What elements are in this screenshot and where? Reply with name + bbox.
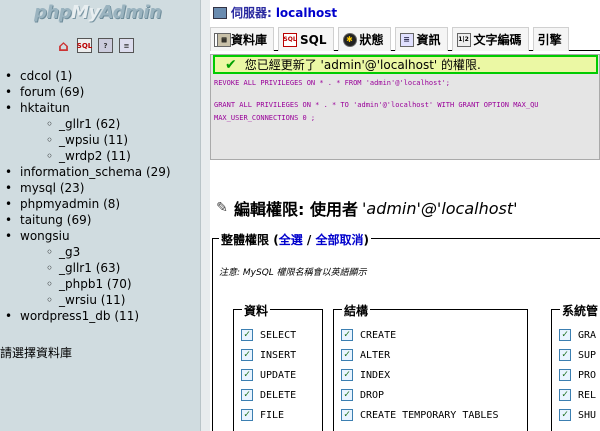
privilege-drop[interactable]: ✓ DROP xyxy=(341,388,384,402)
privilege-index[interactable]: ✓ INDEX xyxy=(341,368,390,382)
choose-database-hint: 請選擇資料庫 xyxy=(0,346,73,360)
privilege-create-temporary-tables[interactable]: ✓ CREATE TEMPORARY TABLES xyxy=(341,408,498,422)
query-window-icon[interactable]: ? xyxy=(98,38,113,53)
checkbox[interactable]: ✓ xyxy=(341,349,353,361)
administration-privileges-group: 系統管 ✓ GRA ✓ SUP ✓ PRO ✓ REL ✓ SHU xyxy=(551,302,600,431)
select-all-link[interactable]: 全選 xyxy=(279,233,303,247)
checkbox[interactable]: ✓ xyxy=(559,389,571,401)
table-group-item[interactable]: _wpsiu (11) xyxy=(0,132,200,148)
privilege-insert[interactable]: ✓ INSERT xyxy=(241,348,296,362)
server-link[interactable]: localhost xyxy=(276,6,337,20)
server-label: 伺服器: xyxy=(231,6,272,20)
privilege-reload[interactable]: ✓ REL xyxy=(559,388,596,402)
sql-icon[interactable]: SQL xyxy=(77,38,92,53)
privilege-alter[interactable]: ✓ ALTER xyxy=(341,348,390,362)
checkbox[interactable]: ✓ xyxy=(341,389,353,401)
group-title: 資料 xyxy=(242,302,271,319)
data-privileges-group: 資料 ✓ SELECT ✓ INSERT ✓ UPDATE ✓ DELETE ✓ FILE xyxy=(233,302,323,431)
checkbox[interactable]: ✓ xyxy=(241,369,253,381)
info-icon: ≡ xyxy=(399,32,414,47)
checkbox[interactable]: ✓ xyxy=(559,329,571,341)
checkbox[interactable]: ✓ xyxy=(559,369,571,381)
success-text: 您已經更新了 'admin'@'localhost' 的權限. xyxy=(244,58,481,72)
nav-icon-bar: ⌂ SQL ? ≡ xyxy=(56,37,134,55)
privilege-file[interactable]: ✓ FILE xyxy=(241,408,284,422)
global-privileges-fieldset: 整體權限 (全選 / 全部取消) 注意: MySQL 權限名稱會以英語顯示 資料… xyxy=(212,231,600,431)
privilege-shutdown[interactable]: ✓ SHU xyxy=(559,408,596,422)
table-group-item[interactable]: _gllr1 (63) xyxy=(0,260,200,276)
tab-info[interactable]: ≡ 資訊 xyxy=(394,27,448,51)
db-item-wongsiu[interactable]: wongsiu xyxy=(0,228,200,244)
privilege-delete[interactable]: ✓ DELETE xyxy=(241,388,296,402)
success-message: ✔ 您已經更新了 'admin'@'localhost' 的權限. xyxy=(213,55,598,74)
privilege-create[interactable]: ✓ CREATE xyxy=(341,328,396,342)
checkbox[interactable]: ✓ xyxy=(341,369,353,381)
edit-user-icon: ✎ xyxy=(216,200,228,216)
checkbox[interactable]: ✓ xyxy=(341,409,353,421)
frame-divider[interactable] xyxy=(200,0,210,431)
db-item-phpmyadmin[interactable]: phpmyadmin (8) xyxy=(0,196,200,212)
page-title: ✎ 編輯權限: 使用者 'admin'@'localhost' xyxy=(214,196,517,220)
tab-engines[interactable]: ▦ 引擎 xyxy=(217,27,569,51)
privilege-grant[interactable]: ✓ GRA xyxy=(559,328,596,342)
privilege-update[interactable]: ✓ UPDATE xyxy=(241,368,296,382)
docs-icon[interactable]: ≡ xyxy=(119,38,134,53)
check-icon: ✔ xyxy=(225,56,237,73)
charset-icon: 1|2 xyxy=(456,32,471,47)
db-item-mysql[interactable]: mysql (23) xyxy=(0,180,200,196)
checkbox[interactable]: ✓ xyxy=(559,409,571,421)
database-list: cdcol (1) forum (69) hktaitun _gllr1 (62… xyxy=(0,68,200,324)
sql-query-line: GRANT ALL PRIVILEGES ON * . * TO 'admin'… xyxy=(214,101,539,109)
group-title: 結構 xyxy=(342,302,371,319)
table-group-item[interactable]: _wrdp2 (11) xyxy=(0,148,200,164)
sql-query-line: REVOKE ALL PRIVILEGES ON * . * FROM 'adm… xyxy=(214,79,451,87)
server-icon xyxy=(213,6,227,19)
privilege-note: 注意: MySQL 權限名稱會以英語顯示 xyxy=(219,268,367,278)
server-breadcrumb: 伺服器: localhost xyxy=(213,4,337,21)
top-tabs: ▤資料庫 SQLSQL ✱狀態 ≡資訊 1|2文字編碼 ▦引擎 xyxy=(210,27,600,51)
sql-query-line: MAX_USER_CONNECTIONS 0 ; xyxy=(214,114,316,122)
checkbox[interactable]: ✓ xyxy=(241,349,253,361)
privilege-process[interactable]: ✓ PRO xyxy=(559,368,596,382)
home-icon[interactable]: ⌂ xyxy=(56,37,71,55)
tab-status[interactable]: ✱ 狀態 xyxy=(337,27,391,51)
structure-privileges-group: 結構 ✓ CREATE ✓ ALTER ✓ INDEX ✓ DROP ✓ CREATE T… xyxy=(333,302,528,431)
checkbox[interactable]: ✓ xyxy=(559,349,571,361)
group-title: 系統管 xyxy=(560,302,600,319)
db-item-cdcol[interactable]: cdcol (1) xyxy=(0,68,200,84)
db-item-hktaitun[interactable]: hktaitun xyxy=(0,100,200,116)
db-item-information-schema[interactable]: information_schema (29) xyxy=(0,164,200,180)
global-privileges-legend: 整體權限 (全選 / 全部取消) xyxy=(219,231,371,248)
table-group-item[interactable]: _phpb1 (70) xyxy=(0,276,200,292)
checkbox[interactable]: ✓ xyxy=(341,329,353,341)
privilege-select[interactable]: ✓ SELECT xyxy=(241,328,296,342)
engine-icon: ▦ xyxy=(217,32,231,47)
table-group-item[interactable]: _gllr1 (62) xyxy=(0,116,200,132)
table-group-item[interactable]: _g3 xyxy=(0,244,200,260)
phpmyadmin-logo[interactable]: phpMyAdmin xyxy=(34,2,162,23)
tab-sql[interactable]: SQL SQL xyxy=(278,27,334,51)
main-frame: 伺服器: localhost ▤資料庫 SQLSQL ✱狀態 ≡資訊 1|2文字… xyxy=(210,0,600,431)
db-item-wordpress1-db[interactable]: wordpress1_db (11) xyxy=(0,308,200,324)
checkbox[interactable]: ✓ xyxy=(241,329,253,341)
db-item-taitung[interactable]: taitung (69) xyxy=(0,212,200,228)
checkbox[interactable]: ✓ xyxy=(241,389,253,401)
status-icon: ✱ xyxy=(342,32,357,47)
privilege-super[interactable]: ✓ SUP xyxy=(559,348,596,362)
db-item-forum[interactable]: forum (69) xyxy=(0,84,200,100)
table-group-item[interactable]: _wrsiu (11) xyxy=(0,292,200,308)
checkbox[interactable]: ✓ xyxy=(241,409,253,421)
tab-charsets[interactable]: 1|2 文字編碼 xyxy=(451,27,529,51)
sql-icon: SQL xyxy=(283,32,298,47)
navigation-frame: phpMyAdmin ⌂ SQL ? ≡ cdcol (1) forum (69… xyxy=(0,0,200,431)
deselect-all-link[interactable]: 全部取消 xyxy=(315,233,363,247)
